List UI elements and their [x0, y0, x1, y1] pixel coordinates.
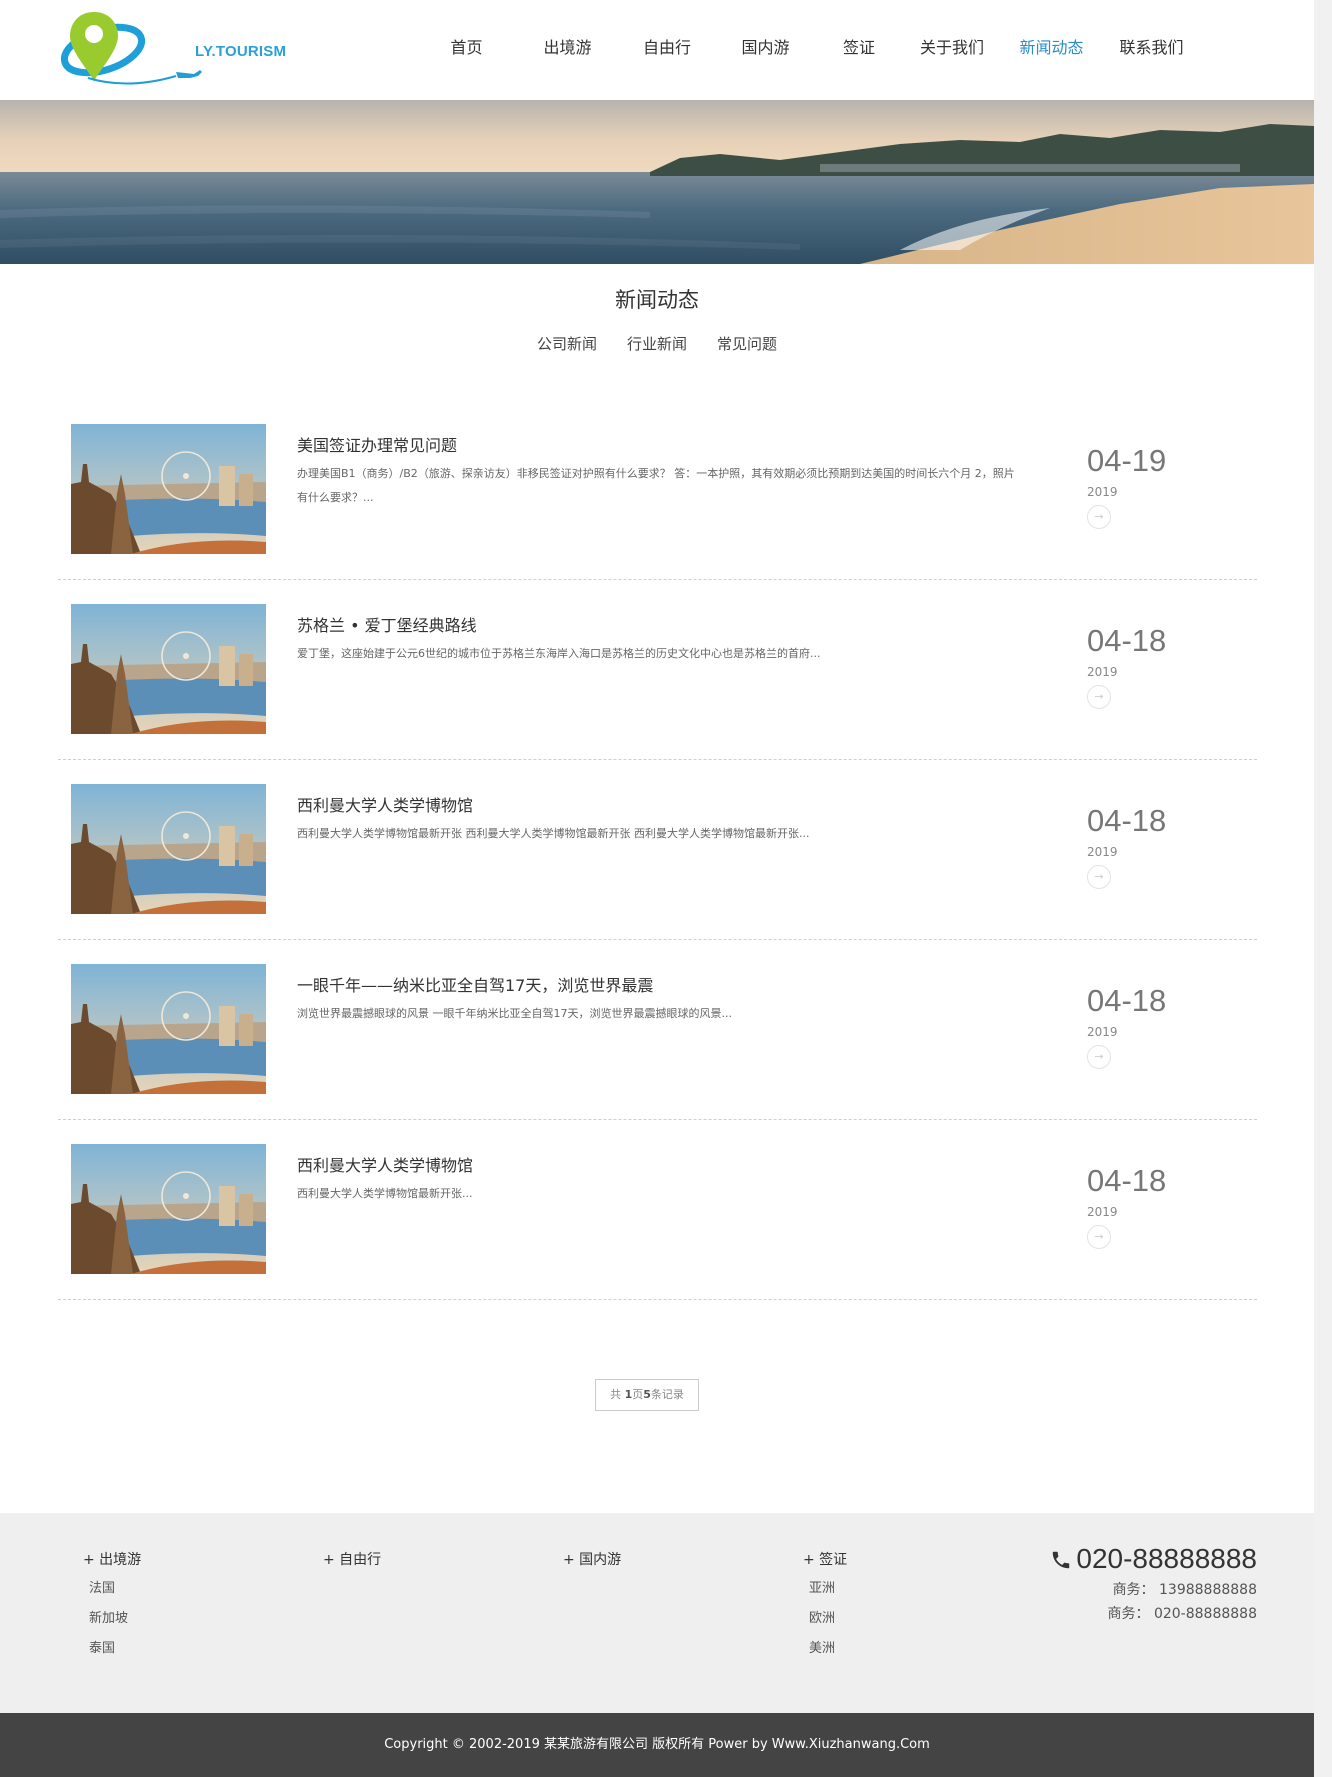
footer-link[interactable]: 亚洲 — [809, 1579, 847, 1599]
footer-heading[interactable]: + 国内游 — [563, 1549, 621, 1569]
logo-text: LY.TOURISM — [195, 43, 287, 60]
nav-item-about[interactable]: 关于我们 — [899, 34, 1005, 58]
scrollbar[interactable] — [1314, 0, 1332, 1777]
news-year: 2019 — [1087, 1025, 1118, 1039]
hotline-number: 020-88888888 — [1076, 1543, 1257, 1574]
arrow-right-icon[interactable]: → — [1087, 685, 1111, 709]
pagination-suffix: 条记录 — [650, 1388, 684, 1401]
news-title[interactable]: 西利曼大学人类学博物馆 — [297, 792, 473, 816]
footer-column-free-travel: + 自由行 — [323, 1549, 381, 1569]
pagination-records: 5 — [643, 1388, 651, 1401]
footer-link[interactable]: 法国 — [89, 1579, 141, 1599]
footer-column-visa: + 签证 亚洲 欧洲 美洲 — [803, 1549, 847, 1659]
tab-company-news[interactable]: 公司新闻 — [537, 333, 597, 354]
news-summary: 爱丁堡，这座始建于公元6世纪的城市位于苏格兰东海岸入海口是苏格兰的历史文化中心也… — [297, 647, 821, 660]
site-footer: + 出境游 法国 新加坡 泰国 + 自由行 + 国内游 + 签证 亚洲 欧洲 美… — [0, 1513, 1314, 1713]
pagination-prefix: 共 — [610, 1388, 625, 1401]
news-thumbnail[interactable] — [71, 604, 266, 734]
news-thumbnail[interactable] — [71, 964, 266, 1094]
news-year: 2019 — [1087, 665, 1118, 679]
news-title[interactable]: 西利曼大学人类学博物馆 — [297, 1152, 473, 1176]
news-summary: 西利曼大学人类学博物馆最新开张... — [297, 1187, 473, 1200]
news-item[interactable]: 美国签证办理常见问题办理美国B1（商务）/B2（旅游、探亲访友）非移民签证对护照… — [58, 400, 1257, 580]
tab-industry-news[interactable]: 行业新闻 — [627, 333, 687, 354]
footer-heading[interactable]: + 签证 — [803, 1549, 847, 1569]
news-title[interactable]: 美国签证办理常见问题 — [297, 432, 457, 456]
nav-item-domestic[interactable]: 国内游 — [712, 34, 819, 58]
news-title[interactable]: 一眼千年——纳米比亚全自驾17天，浏览世界最震 — [297, 972, 653, 996]
news-item[interactable]: 一眼千年——纳米比亚全自驾17天，浏览世界最震浏览世界最震撼眼球的风景 一眼千年… — [58, 940, 1257, 1120]
footer-link[interactable]: 美洲 — [809, 1639, 847, 1659]
page-title: 新闻动态 — [615, 288, 699, 312]
footer-link[interactable]: 欧洲 — [809, 1609, 847, 1629]
arrow-right-icon[interactable]: → — [1087, 865, 1111, 889]
news-date: 04-18 — [1087, 983, 1167, 1018]
london-eye-thumbnail — [71, 604, 266, 734]
london-eye-thumbnail — [71, 1144, 266, 1274]
arrow-right-icon[interactable]: → — [1087, 505, 1111, 529]
nav-item-visa[interactable]: 签证 — [819, 34, 899, 58]
copyright-bar: Copyright © 2002-2019 某某旅游有限公司 版权所有 Powe… — [0, 1713, 1314, 1777]
news-date: 04-18 — [1087, 623, 1167, 658]
site-header: LY.TOURISM 首页 出境游 自由行 国内游 签证 关于我们 新闻动态 联… — [0, 0, 1314, 100]
news-year: 2019 — [1087, 1205, 1118, 1219]
news-thumbnail[interactable] — [71, 784, 266, 914]
footer-column-outbound: + 出境游 法国 新加坡 泰国 — [83, 1549, 141, 1659]
news-item[interactable]: 西利曼大学人类学博物馆西利曼大学人类学博物馆最新开张 西利曼大学人类学博物馆最新… — [58, 760, 1257, 940]
hero-banner — [0, 100, 1314, 264]
arrow-right-icon[interactable]: → — [1087, 1045, 1111, 1069]
pagination-mid: 页 — [632, 1388, 644, 1401]
pagination: 共 1页5条记录 — [595, 1379, 699, 1411]
news-date: 04-19 — [1087, 443, 1167, 478]
hotline: 020-88888888 — [1050, 1543, 1257, 1575]
news-thumbnail[interactable] — [71, 1144, 266, 1274]
footer-link[interactable]: 泰国 — [89, 1639, 141, 1659]
beach-sunset-image — [0, 100, 1314, 264]
news-year: 2019 — [1087, 845, 1118, 859]
news-item[interactable]: 西利曼大学人类学博物馆西利曼大学人类学博物馆最新开张... 04-18 2019 → — [58, 1120, 1257, 1300]
nav-item-news[interactable]: 新闻动态 — [1005, 34, 1098, 58]
london-eye-thumbnail — [71, 424, 266, 554]
footer-heading[interactable]: + 出境游 — [83, 1549, 141, 1569]
london-eye-thumbnail — [71, 964, 266, 1094]
tab-faq[interactable]: 常见问题 — [717, 333, 777, 354]
main-nav: 首页 出境游 自由行 国内游 签证 关于我们 新闻动态 联系我们 — [420, 34, 1205, 58]
business-mobile: 商务： 13988888888 — [1112, 1582, 1257, 1598]
news-summary: 浏览世界最震撼眼球的风景 一眼千年纳米比亚全自驾17天，浏览世界最震撼眼球的风景… — [297, 1007, 732, 1020]
phone-icon — [1053, 1551, 1070, 1569]
contact-info: 020-88888888 商务： 13988888888 商务： 020-888… — [1050, 1543, 1257, 1623]
london-eye-thumbnail — [71, 784, 266, 914]
category-tabs: 公司新闻 行业新闻 常见问题 — [0, 333, 1314, 354]
nav-item-outbound[interactable]: 出境游 — [513, 34, 622, 58]
news-title[interactable]: 苏格兰 • 爱丁堡经典路线 — [297, 612, 477, 636]
footer-heading[interactable]: + 自由行 — [323, 1549, 381, 1569]
news-item[interactable]: 苏格兰 • 爱丁堡经典路线爱丁堡，这座始建于公元6世纪的城市位于苏格兰东海岸入海… — [58, 580, 1257, 760]
news-thumbnail[interactable] — [71, 424, 266, 554]
news-date: 04-18 — [1087, 1163, 1167, 1198]
logo[interactable]: LY.TOURISM — [58, 8, 286, 90]
arrow-right-icon[interactable]: → — [1087, 1225, 1111, 1249]
footer-column-domestic: + 国内游 — [563, 1549, 621, 1569]
business-phone: 商务： 020-88888888 — [1107, 1606, 1257, 1622]
nav-item-contact[interactable]: 联系我们 — [1098, 34, 1205, 58]
news-year: 2019 — [1087, 485, 1118, 499]
news-summary: 办理美国B1（商务）/B2（旅游、探亲访友）非移民签证对护照有什么要求？ 答：一… — [297, 467, 1015, 504]
nav-item-home[interactable]: 首页 — [420, 34, 513, 58]
news-date: 04-18 — [1087, 803, 1167, 838]
footer-link[interactable]: 新加坡 — [89, 1609, 141, 1629]
news-summary: 西利曼大学人类学博物馆最新开张 西利曼大学人类学博物馆最新开张 西利曼大学人类学… — [297, 827, 810, 840]
page: LY.TOURISM 首页 出境游 自由行 国内游 签证 关于我们 新闻动态 联… — [0, 0, 1314, 1777]
nav-item-free-travel[interactable]: 自由行 — [622, 34, 712, 58]
